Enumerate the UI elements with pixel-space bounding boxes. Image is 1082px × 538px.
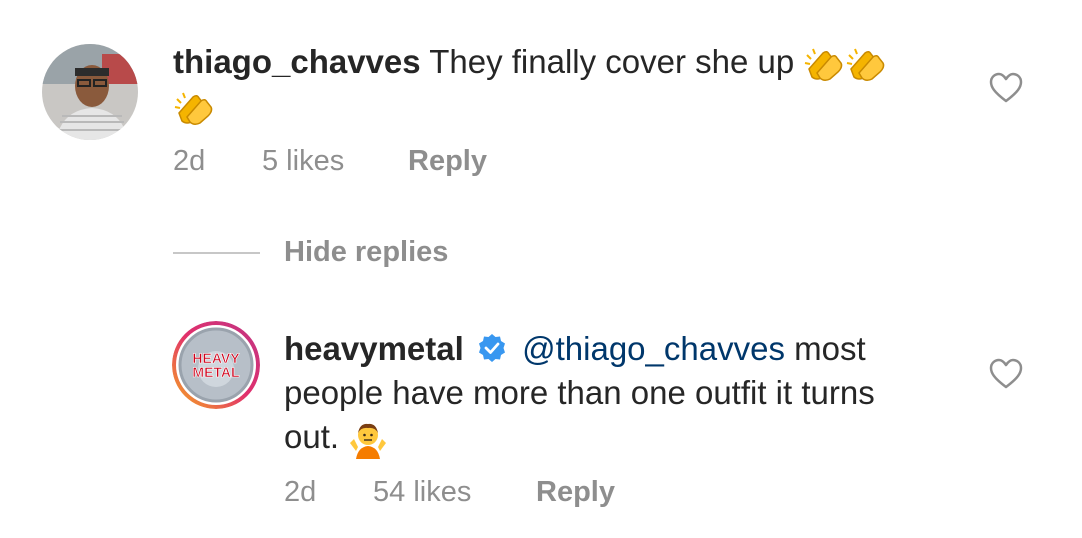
divider-line — [173, 252, 260, 254]
reply-reply-button[interactable]: Reply — [536, 476, 615, 509]
reply-body-line2: people have more than one outfit it turn… — [284, 374, 875, 411]
avatar[interactable] — [42, 44, 138, 140]
reply-meta: 2d 54 likes Reply — [0, 476, 1082, 512]
reply-likes[interactable]: 54 likes — [373, 476, 471, 509]
heavy-metal-logo: HEAVY METAL — [172, 321, 260, 409]
reply-like-heart-icon[interactable] — [989, 358, 1023, 390]
comment-meta: 2d 5 likes Reply — [0, 145, 1082, 181]
comment-time[interactable]: 2d — [173, 145, 205, 178]
reply-username[interactable]: heavymetal — [284, 330, 464, 367]
comment-body: They finally cover she up — [429, 43, 795, 80]
logo-text-metal: METAL — [192, 364, 240, 380]
mention-link[interactable]: @thiago_chavves — [522, 330, 785, 367]
reply-avatar[interactable]: HEAVY METAL — [172, 321, 260, 409]
reply-button[interactable]: Reply — [408, 145, 487, 178]
reply-time[interactable]: 2d — [284, 476, 316, 509]
verified-badge-icon — [478, 334, 505, 363]
reply-text: heavymetal @thiago_chavves most people h… — [284, 327, 974, 460]
clapping-hands-icon — [805, 48, 843, 82]
avatar-photo — [42, 44, 138, 140]
comment-username[interactable]: thiago_chavves — [173, 43, 421, 80]
comment-likes[interactable]: 5 likes — [262, 145, 344, 178]
reply-body-line1: most — [794, 330, 866, 367]
clapping-hands-icon — [847, 48, 885, 82]
comment-text: thiago_chavves They finally cover she up — [173, 40, 963, 128]
clapping-hands-icon — [174, 92, 213, 126]
like-heart-icon[interactable] — [989, 72, 1023, 104]
reply-body-line3: out. — [284, 418, 340, 455]
person-shrugging-icon — [350, 424, 387, 460]
hide-replies-button[interactable]: Hide replies — [284, 236, 448, 269]
